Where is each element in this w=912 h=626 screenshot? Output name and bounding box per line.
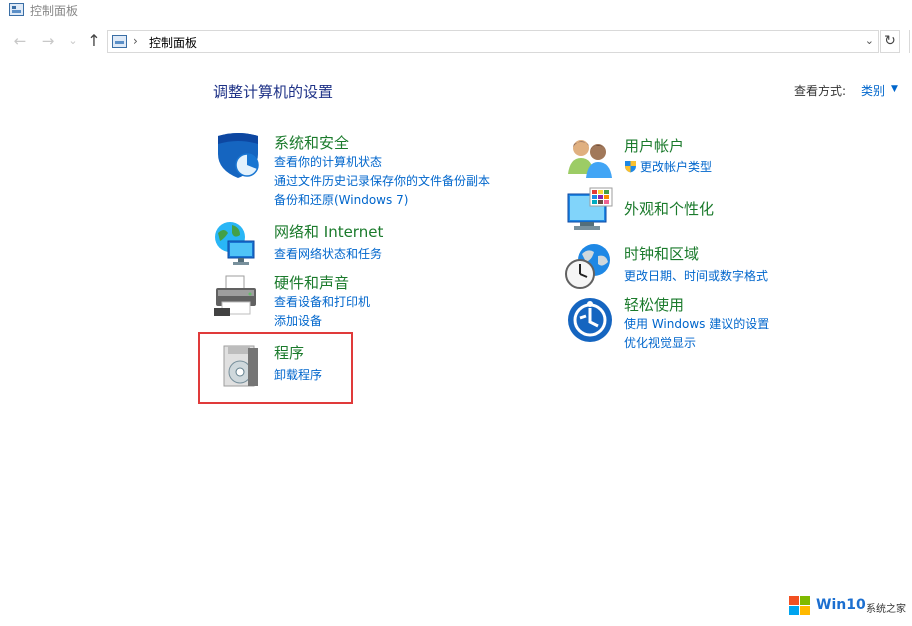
breadcrumb-separator-icon[interactable]: › [133,34,138,48]
category-clock-region[interactable]: 时钟和区域 [624,243,699,264]
forward-button[interactable]: → [38,31,58,51]
link-network-status-tasks[interactable]: 查看网络状态和任务 [274,245,382,262]
address-dropdown-icon[interactable]: ⌄ [865,34,874,47]
link-recommended-settings[interactable]: 使用 Windows 建议的设置 [624,315,769,332]
page-heading: 调整计算机的设置 [213,83,334,101]
link-backup-restore[interactable]: 备份和还原(Windows 7) [274,191,408,208]
category-system-security[interactable]: 系统和安全 [274,132,349,153]
control-panel-icon [9,3,24,16]
recent-locations-button[interactable]: ⌄ [63,31,83,51]
watermark-site: 系统之家 [866,604,906,615]
shield-icon[interactable] [214,132,262,180]
network-globe-icon[interactable] [212,219,260,267]
watermark: Win10 系统之家 [789,595,909,619]
link-view-computer-status[interactable]: 查看你的计算机状态 [274,153,382,170]
control-panel-icon [112,35,127,48]
users-icon[interactable] [566,134,614,182]
address-bar[interactable]: › 控制面板 ⌄ [107,30,879,53]
refresh-button[interactable]: ↻ [880,30,900,53]
window-title: 控制面板 [30,4,79,18]
breadcrumb-control-panel[interactable]: 控制面板 [149,34,197,51]
monitor-palette-icon[interactable] [566,186,614,234]
category-hardware-sound[interactable]: 硬件和声音 [274,272,349,293]
link-file-history-backup[interactable]: 通过文件历史记录保存你的文件备份副本 [274,172,490,189]
clock-globe-icon[interactable] [564,242,612,290]
link-devices-printers[interactable]: 查看设备和打印机 [274,293,370,310]
category-ease-of-access[interactable]: 轻松使用 [624,294,684,315]
ease-of-access-icon[interactable] [566,296,614,344]
highlight-box [198,332,353,404]
category-appearance-personalization[interactable]: 外观和个性化 [624,198,714,219]
chevron-down-icon[interactable]: ▼ [891,84,898,94]
view-by-dropdown[interactable]: 类别 [861,82,885,99]
link-add-device[interactable]: 添加设备 [274,312,322,329]
category-user-accounts[interactable]: 用户帐户 [624,135,684,156]
uac-shield-icon [625,161,636,173]
windows-logo-icon [789,596,810,615]
title-bar: 控制面板 [0,0,912,22]
up-button[interactable]: ↑ [84,31,104,51]
category-network-internet[interactable]: 网络和 Internet [274,221,383,242]
link-change-date-time-format[interactable]: 更改日期、时间或数字格式 [624,267,768,284]
navigation-bar: ← → ⌄ ↑ › 控制面板 ⌄ ↻ [0,28,912,56]
link-optimize-visual-display[interactable]: 优化视觉显示 [624,334,696,351]
printer-icon[interactable] [212,272,260,320]
back-button[interactable]: ← [10,31,30,51]
watermark-brand: Win10 [816,597,866,613]
view-by-label: 查看方式: [794,84,847,98]
link-change-account-type-label[interactable]: 更改帐户类型 [640,160,712,174]
link-change-account-type[interactable]: 更改帐户类型 [624,158,712,175]
